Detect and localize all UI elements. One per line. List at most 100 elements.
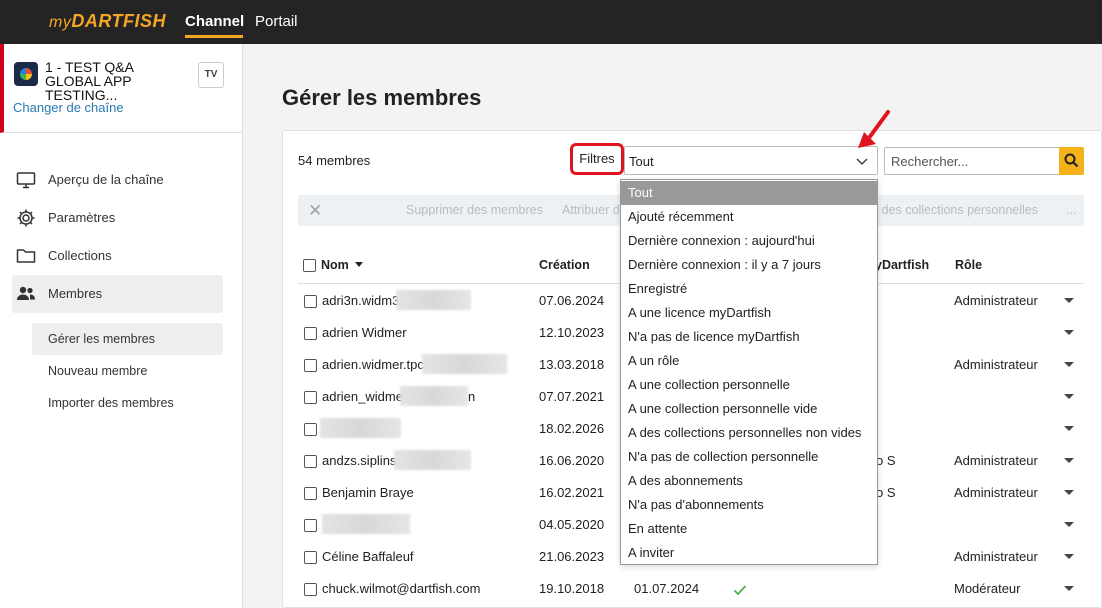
filter-select[interactable]: Tout: [624, 146, 878, 175]
sidebar-item-label: Collections: [48, 248, 112, 263]
member-name[interactable]: chuck.wilmot@dartfish.com: [322, 581, 480, 596]
member-name[interactable]: adrien Widmer: [322, 325, 407, 340]
filter-option[interactable]: Enregistré: [621, 277, 877, 301]
subnav-label: Importer des membres: [48, 396, 174, 410]
created-date: 16.06.2020: [539, 453, 605, 468]
member-name[interactable]: adrien.widmer.tpc: [322, 357, 424, 372]
row-expand-caret-icon[interactable]: [1064, 394, 1074, 399]
row-checkbox[interactable]: [304, 327, 317, 340]
tv-button[interactable]: TV: [198, 62, 224, 88]
filter-option[interactable]: A un rôle: [621, 349, 877, 373]
row-expand-caret-icon[interactable]: [1064, 330, 1074, 335]
filter-option[interactable]: Dernière connexion : il y a 7 jours: [621, 253, 877, 277]
filters-label: Filtres: [570, 143, 624, 175]
row-expand-caret-icon[interactable]: [1064, 458, 1074, 463]
filter-option[interactable]: A des abonnements: [621, 469, 877, 493]
channel-name: 1 - TEST Q&A GLOBAL APP TESTING...: [45, 59, 134, 103]
column-header-creation[interactable]: Création: [539, 258, 590, 272]
filter-option[interactable]: Dernière connexion : aujourd'hui: [621, 229, 877, 253]
filter-option[interactable]: Tout: [621, 181, 877, 205]
filter-option[interactable]: A une collection personnelle vide: [621, 397, 877, 421]
row-expand-caret-icon[interactable]: [1064, 362, 1074, 367]
column-header-role[interactable]: Rôle: [955, 258, 982, 272]
row-checkbox[interactable]: [304, 551, 317, 564]
red-arrow-annotation-icon: [858, 110, 890, 148]
member-name[interactable]: andzs.siplins: [322, 453, 396, 468]
sidebar-item-collections[interactable]: Collections: [12, 237, 223, 275]
filter-option[interactable]: A des collections personnelles non vides: [621, 421, 877, 445]
filter-option[interactable]: A une collection personnelle: [621, 373, 877, 397]
redacted-text: [322, 514, 410, 534]
top-navigation-bar: myDARTFISH Channel Portail: [0, 0, 1102, 44]
column-header-nom[interactable]: Nom: [321, 258, 364, 272]
monitor-icon: [16, 172, 36, 189]
filter-option[interactable]: A une licence myDartfish: [621, 301, 877, 325]
filter-option[interactable]: A inviter: [621, 541, 877, 565]
role-value: Administrateur: [954, 293, 1038, 308]
filter-selected-value: Tout: [629, 154, 654, 169]
subnav-nouveau-membre[interactable]: Nouveau membre: [32, 355, 223, 387]
change-channel-link[interactable]: Changer de chaîne: [13, 100, 124, 115]
delete-members-action[interactable]: Supprimer des membres: [406, 203, 543, 217]
row-checkbox[interactable]: [304, 487, 317, 500]
row-expand-caret-icon[interactable]: [1064, 490, 1074, 495]
folder-icon: [16, 249, 36, 263]
row-expand-caret-icon[interactable]: [1064, 554, 1074, 559]
row-checkbox[interactable]: [304, 391, 317, 404]
sidebar: 1 - TEST Q&A GLOBAL APP TESTING... TV Ch…: [0, 44, 243, 608]
row-checkbox[interactable]: [304, 359, 317, 372]
subnav-importer-membres[interactable]: Importer des membres: [32, 387, 223, 419]
sidebar-item-label: Aperçu de la chaîne: [48, 172, 164, 187]
subnav-gerer-membres[interactable]: Gérer les membres: [32, 323, 223, 355]
row-expand-caret-icon[interactable]: [1064, 426, 1074, 431]
row-checkbox[interactable]: [304, 519, 317, 532]
subnav-label: Gérer les membres: [48, 332, 155, 346]
assign-action[interactable]: Attribuer d: [562, 203, 620, 217]
filter-option[interactable]: N'a pas de licence myDartfish: [621, 325, 877, 349]
check-icon: [733, 585, 747, 596]
search-button[interactable]: [1059, 147, 1084, 175]
row-expand-caret-icon[interactable]: [1064, 586, 1074, 591]
role-value: Administrateur: [954, 549, 1038, 564]
sidebar-item-membres[interactable]: Membres: [12, 275, 223, 313]
filter-option[interactable]: Ajouté récemment: [621, 205, 877, 229]
filter-option[interactable]: En attente: [621, 517, 877, 541]
row-checkbox[interactable]: [304, 423, 317, 436]
column-header-mydartfish[interactable]: yDartfish: [875, 258, 929, 272]
role-value: Administrateur: [954, 357, 1038, 372]
sidebar-item-apercu[interactable]: Aperçu de la chaîne: [12, 161, 223, 199]
active-tab-indicator: [185, 35, 243, 38]
gear-icon: [17, 209, 35, 227]
created-date: 07.06.2024: [539, 293, 605, 308]
row-checkbox[interactable]: [304, 583, 317, 596]
more-actions[interactable]: ...: [1066, 203, 1076, 217]
created-date: 19.10.2018: [539, 581, 605, 596]
created-date: 12.10.2023: [539, 325, 605, 340]
row-expand-caret-icon[interactable]: [1064, 298, 1074, 303]
license-value: o S: [876, 453, 896, 468]
search-input[interactable]: [884, 147, 1060, 175]
created-date: 16.02.2021: [539, 485, 605, 500]
filter-option[interactable]: N'a pas d'abonnements: [621, 493, 877, 517]
sidebar-item-parametres[interactable]: Paramètres: [12, 199, 223, 237]
mydartfish-logo[interactable]: myDARTFISH: [49, 11, 166, 32]
member-name[interactable]: adri3n.widm3: [322, 293, 399, 308]
sidebar-item-label: Paramètres: [48, 210, 116, 225]
created-date: 04.05.2020: [539, 517, 605, 532]
created-date: 21.06.2023: [539, 549, 605, 564]
license-value: o S: [876, 485, 896, 500]
select-all-checkbox[interactable]: [303, 259, 316, 272]
member-name[interactable]: adrien_widme: [322, 389, 403, 404]
personal-collections-action[interactable]: r des collections personnelles: [874, 203, 1038, 217]
filter-option[interactable]: N'a pas de collection personnelle: [621, 445, 877, 469]
tab-portail[interactable]: Portail: [255, 13, 298, 30]
tab-channel[interactable]: Channel: [185, 13, 244, 30]
row-expand-caret-icon[interactable]: [1064, 522, 1074, 527]
close-icon[interactable]: ✕: [308, 202, 322, 219]
row-checkbox[interactable]: [304, 295, 317, 308]
member-name[interactable]: Céline Baffaleuf: [322, 549, 414, 564]
member-count: 54 membres: [298, 153, 371, 168]
row-checkbox[interactable]: [304, 455, 317, 468]
redacted-text: [422, 354, 507, 374]
member-name[interactable]: Benjamin Braye: [322, 485, 414, 500]
